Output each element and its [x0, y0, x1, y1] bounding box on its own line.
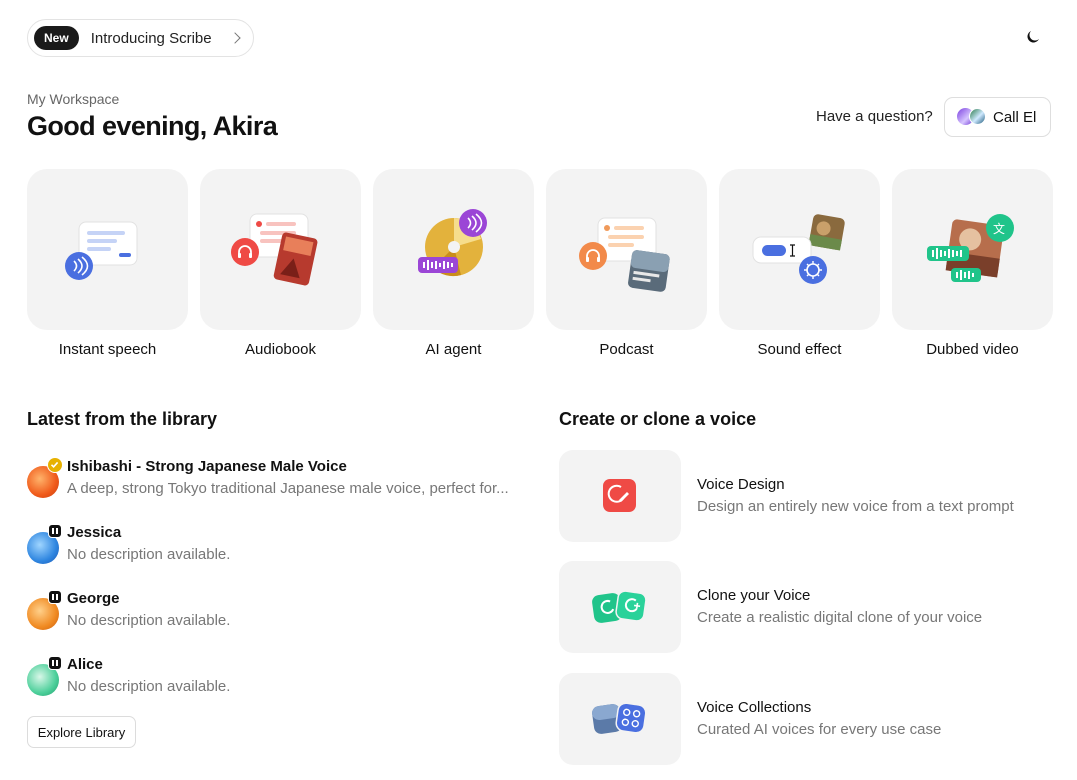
- tile-label: Dubbed video: [926, 341, 1019, 358]
- voice-name: Jessica: [67, 524, 122, 541]
- chevron-right-icon: [229, 32, 241, 44]
- pause-icon[interactable]: [48, 590, 62, 604]
- voice-collections-thumb: [559, 673, 681, 765]
- card-description: Curated AI voices for every use case: [697, 721, 942, 738]
- voice-name: George: [67, 590, 120, 607]
- card-title: Voice Collections: [697, 699, 812, 716]
- voice-description: A deep, strong Tokyo traditional Japanes…: [67, 480, 509, 497]
- voice-description: No description available.: [67, 612, 231, 629]
- podcast-illustration: [579, 217, 670, 292]
- voice-description: No description available.: [67, 546, 231, 563]
- tile-podcast[interactable]: Podcast: [546, 169, 707, 358]
- call-agent-button[interactable]: Call El: [944, 97, 1051, 137]
- tile-label: Podcast: [599, 341, 654, 358]
- workspace-label: My Workspace: [27, 91, 120, 107]
- tile-label: Instant speech: [58, 341, 157, 358]
- audiobook-illustration: [231, 213, 318, 286]
- pause-icon[interactable]: [48, 524, 62, 538]
- tile-label: AI agent: [425, 341, 482, 358]
- clone-voice-icon: [592, 590, 647, 623]
- library-title: Latest from the library: [27, 409, 218, 429]
- sound-effect-illustration: [752, 214, 845, 284]
- library-voice-item[interactable]: Alice No description available.: [27, 656, 527, 702]
- voice-collections-icon: [592, 702, 647, 734]
- dubbed-video-illustration: 文: [927, 214, 1014, 282]
- library-voice-item[interactable]: George No description available.: [27, 590, 527, 636]
- tile-audiobook[interactable]: Audiobook: [200, 169, 361, 358]
- library-voice-item[interactable]: Ishibashi - Strong Japanese Male Voice A…: [27, 457, 527, 504]
- call-agent-label: Call El: [993, 108, 1037, 126]
- card-description: Create a realistic digital clone of your…: [697, 609, 983, 626]
- moon-icon[interactable]: [1024, 28, 1042, 46]
- card-title: Voice Design: [697, 476, 785, 493]
- clone-voice-card[interactable]: Clone your Voice Create a realistic digi…: [559, 561, 1059, 653]
- card-title: Clone your Voice: [697, 587, 811, 604]
- pause-icon[interactable]: [48, 656, 62, 670]
- announcement-text: Introducing Scribe: [90, 29, 212, 47]
- voice-name: Ishibashi - Strong Japanese Male Voice: [67, 458, 347, 475]
- voice-description: No description available.: [67, 678, 231, 695]
- voice-design-card[interactable]: Voice Design Design an entirely new voic…: [559, 450, 1059, 542]
- instant-speech-illustration: [65, 221, 138, 280]
- svg-text:文: 文: [993, 221, 1005, 236]
- tile-label: Audiobook: [245, 341, 316, 358]
- voice-name: Alice: [67, 656, 103, 673]
- voice-collections-card[interactable]: Voice Collections Curated AI voices for …: [559, 673, 1059, 765]
- library-voice-item[interactable]: Jessica No description available.: [27, 524, 527, 570]
- voice-design-icon: [603, 479, 636, 512]
- verified-icon: [47, 457, 63, 473]
- agent-orbs-icon: [957, 108, 987, 126]
- tile-dubbed-video[interactable]: 文 Dubbed video: [892, 169, 1053, 358]
- create-title: Create or clone a voice: [559, 409, 757, 429]
- tile-label: Sound effect: [757, 341, 842, 358]
- new-badge: New: [34, 26, 79, 50]
- tile-instant-speech[interactable]: Instant speech: [27, 169, 188, 358]
- question-label: Have a question?: [816, 108, 933, 125]
- voice-design-thumb: [559, 450, 681, 542]
- explore-library-button[interactable]: Explore Library: [27, 716, 136, 748]
- ai-agent-illustration: [418, 209, 487, 277]
- tile-sound-effect[interactable]: Sound effect: [719, 169, 880, 358]
- tile-ai-agent[interactable]: AI agent: [373, 169, 534, 358]
- clone-voice-thumb: [559, 561, 681, 653]
- card-description: Design an entirely new voice from a text…: [697, 498, 1014, 515]
- quick-actions: Instant speech Audiobook AI agent Podcas…: [27, 169, 1053, 358]
- page-title: Good evening, Akira: [27, 111, 278, 141]
- announcement-banner[interactable]: New Introducing Scribe: [27, 19, 254, 57]
